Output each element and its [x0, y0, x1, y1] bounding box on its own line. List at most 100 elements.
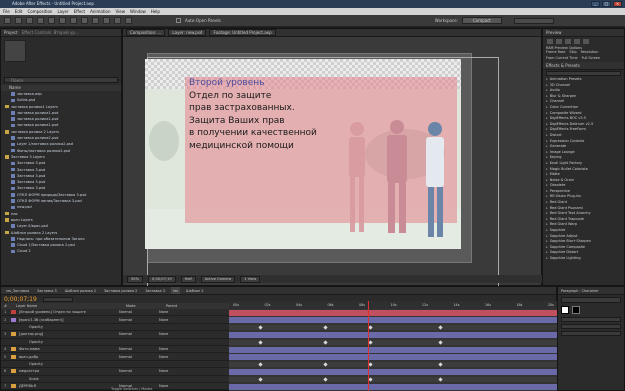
next-frame-button[interactable] — [574, 39, 580, 44]
layer-mode-dropdown[interactable]: Normal — [119, 310, 159, 314]
property-track[interactable] — [229, 376, 558, 383]
full-screen-checkbox[interactable]: Full Screen — [582, 56, 601, 60]
menu-item[interactable]: Window — [130, 8, 146, 15]
viewer-tab[interactable]: Layer: new.psd — [168, 29, 207, 36]
clone-tool[interactable] — [103, 17, 110, 24]
layer-label-color[interactable] — [11, 332, 16, 337]
layer-label-color[interactable] — [11, 317, 16, 322]
timeline-comp-tab[interactable]: Заставка 3 — [143, 287, 167, 294]
layer-mode-dropdown[interactable]: Normal — [119, 369, 159, 373]
layer-duration-bar[interactable] — [229, 369, 558, 375]
viewer-status-control[interactable]: Active Camera — [200, 275, 236, 283]
tab-effects-presets[interactable]: Effects & Presets — [543, 62, 624, 70]
layer-name[interactable]: Scale — [19, 377, 119, 381]
puppet-tool[interactable] — [125, 17, 132, 24]
layer-parent-dropdown[interactable]: None — [159, 332, 168, 336]
fill-color-swatch[interactable] — [561, 306, 569, 314]
project-item[interactable]: Cloud 2 — [5, 248, 121, 254]
menu-item[interactable]: Edit — [15, 8, 23, 15]
layer-parent-dropdown[interactable]: None — [159, 318, 168, 322]
layer-row[interactable]: 1 [Второй уровень] Отдел по защите Normal N… — [1, 309, 229, 317]
menu-item[interactable]: Animation — [90, 8, 110, 15]
layer-name[interactable]: [доктор.png] — [19, 332, 119, 336]
menu-item[interactable]: File — [3, 8, 10, 15]
layer-row[interactable]: 2 [врач/1.3б (vcaбаренн)] Normal None — [1, 316, 229, 324]
layer-parent-dropdown[interactable]: None — [159, 384, 168, 388]
zoom-tool[interactable] — [26, 17, 33, 24]
font-family-dropdown[interactable] — [561, 297, 621, 303]
layer-label-color[interactable] — [11, 377, 16, 381]
viewer-status-control[interactable]: 50% — [127, 275, 143, 283]
workspace-dropdown[interactable]: Compact — [461, 17, 502, 24]
menu-item[interactable]: Effect — [74, 8, 86, 15]
tab-project[interactable]: Project — [4, 29, 18, 36]
layer-duration-bar[interactable] — [229, 384, 558, 390]
layer-parent-dropdown[interactable]: None — [159, 369, 168, 373]
viewer-status-control[interactable]: Half — [180, 275, 196, 283]
layer-label-color[interactable] — [11, 310, 16, 315]
timeline-search-input[interactable] — [42, 296, 73, 302]
stroke-color-swatch[interactable] — [572, 306, 580, 314]
property-track[interactable] — [229, 324, 558, 331]
playhead[interactable] — [368, 301, 369, 391]
layer-name[interactable]: [Второй уровень] Отдел по защите — [19, 310, 119, 314]
layer-name[interactable]: медсестра — [19, 369, 119, 373]
auto-open-checkbox[interactable] — [176, 18, 181, 23]
timeline-comp-tab[interactable]: res — [170, 287, 181, 294]
minimize-button[interactable]: _ — [591, 1, 600, 7]
rotate-tool[interactable] — [37, 17, 44, 24]
layer-label-color[interactable] — [11, 362, 16, 366]
viewer-tab[interactable]: Footage: Untitled Project.aep — [209, 29, 276, 36]
menu-item[interactable]: View — [116, 8, 126, 15]
layer-row[interactable]: 6 медсестра Normal None — [1, 368, 229, 376]
close-button[interactable]: × — [613, 1, 622, 7]
menu-item[interactable]: Help — [151, 8, 160, 15]
layer-row[interactable]: Opacity — [1, 338, 229, 346]
play-button[interactable] — [565, 39, 571, 44]
help-search-field[interactable] — [513, 17, 554, 24]
layer-row[interactable]: Scale — [1, 375, 229, 383]
layer-name[interactable]: Opacity — [19, 340, 119, 344]
layer-duration-bar[interactable] — [229, 332, 558, 338]
type-tool[interactable] — [81, 17, 88, 24]
layer-label-color[interactable] — [11, 347, 16, 352]
layer-parent-dropdown[interactable]: None — [159, 355, 168, 359]
layer-row[interactable]: Opacity — [1, 323, 229, 332]
layer-label-color[interactable] — [11, 369, 16, 374]
selection-tool[interactable] — [4, 17, 11, 24]
property-track[interactable] — [229, 361, 558, 368]
timeline-comp-tab[interactable]: Заставка ролика 2 — [102, 287, 139, 294]
viewer-status-control[interactable]: 1 View — [240, 275, 261, 283]
hand-tool[interactable] — [15, 17, 22, 24]
last-frame-button[interactable] — [583, 39, 589, 44]
tracking-field[interactable] — [561, 331, 621, 336]
project-search-input[interactable]: Поиск — [4, 77, 118, 83]
layer-duration-bar[interactable] — [229, 310, 558, 316]
layer-label-color[interactable] — [11, 340, 16, 344]
tab-preview[interactable]: Preview — [543, 29, 624, 37]
prev-frame-button[interactable] — [556, 39, 562, 44]
layer-label-color[interactable] — [11, 354, 16, 359]
layer-mode-dropdown[interactable]: Normal — [119, 355, 159, 359]
layer-mode-dropdown[interactable]: Normal — [119, 318, 159, 322]
layer-row[interactable]: 4 Фото-мама Normal None — [1, 346, 229, 354]
layer-duration-bar[interactable] — [229, 317, 558, 323]
layer-row[interactable]: Opacity — [1, 360, 229, 369]
toggle-switches-modes[interactable]: Toggle Switches / Modes — [111, 387, 152, 391]
layer-mode-dropdown[interactable]: Normal — [119, 332, 159, 336]
layer-row[interactable]: 5 врач-добр Normal None — [1, 353, 229, 361]
brush-tool[interactable] — [92, 17, 99, 24]
layer-name[interactable]: Фото-мама — [19, 347, 119, 351]
camera-tool[interactable] — [48, 17, 55, 24]
viewer-tab[interactable]: Composition: ... — [126, 29, 166, 36]
timeline-timecode[interactable]: 0;00;07;19 — [4, 296, 37, 303]
maximize-button[interactable]: □ — [602, 1, 611, 7]
effects-search-input[interactable] — [546, 71, 621, 76]
layer-name[interactable]: врач-добр — [19, 355, 119, 359]
from-current-time-checkbox[interactable]: From Current Time — [546, 56, 578, 60]
eraser-tool[interactable] — [114, 17, 121, 24]
font-size-field[interactable] — [561, 317, 621, 322]
first-frame-button[interactable] — [547, 39, 553, 44]
layer-label-color[interactable] — [11, 384, 16, 389]
composition-canvas[interactable]: Второй уровень Отдел по защите прав заст… — [145, 59, 461, 249]
